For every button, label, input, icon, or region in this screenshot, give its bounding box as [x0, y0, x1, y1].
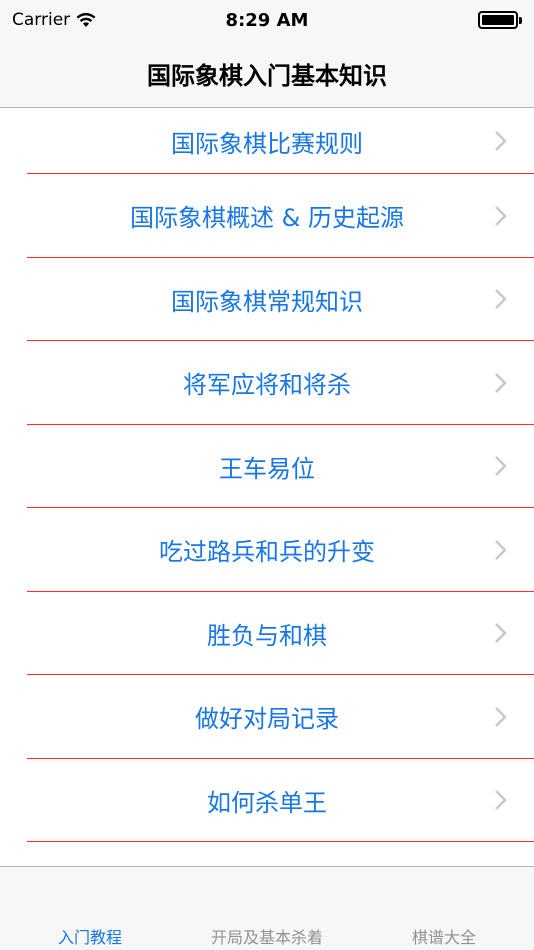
wifi-icon	[76, 12, 96, 27]
list-item[interactable]: 王车易位	[0, 425, 534, 508]
chevron-right-icon	[495, 205, 507, 226]
list-item-label: 如何杀单王	[207, 788, 327, 817]
tab-bar: 入门教程 开局及基本杀着 棋谱大全	[0, 866, 534, 950]
list-item-label: 王车易位	[219, 454, 315, 483]
list-item-label: 国际象棋概述 & 历史起源	[130, 204, 404, 233]
chevron-right-icon	[495, 623, 507, 644]
list-item[interactable]: 国际象棋概述 & 历史起源	[0, 174, 534, 258]
chevron-right-icon	[495, 706, 507, 727]
list-item[interactable]: 吃过路兵和兵的升变	[0, 508, 534, 592]
tab-openings[interactable]: 开局及基本杀着	[177, 866, 357, 950]
lesson-list[interactable]: 国际象棋比赛规则 国际象棋概述 & 历史起源 国际象棋常规知识 将军应将和将杀 …	[0, 108, 534, 866]
row-separator	[27, 841, 534, 842]
tab-game-records[interactable]: 棋谱大全	[354, 866, 534, 950]
list-item[interactable]: 将军应将和将杀	[0, 341, 534, 425]
carrier-label: Carrier	[12, 10, 71, 30]
tab-tutorial[interactable]: 入门教程	[0, 866, 180, 950]
list-item-label: 国际象棋比赛规则	[171, 129, 363, 158]
list-item[interactable]: 国际象棋比赛规则	[0, 108, 534, 174]
list-item-label: 将军应将和将杀	[183, 371, 351, 400]
chevron-right-icon	[495, 790, 507, 811]
list-item-label: 胜负与和棋	[207, 621, 327, 650]
tab-label: 开局及基本杀着	[210, 928, 323, 947]
list-item-label: 做好对局记录	[195, 705, 339, 734]
battery-icon	[478, 11, 522, 29]
list-item-label: 国际象棋常规知识	[171, 287, 363, 316]
list-item[interactable]: 做好对局记录	[0, 675, 534, 759]
list-item[interactable]: 国际象棋常规知识	[0, 258, 534, 341]
navigation-bar: 国际象棋入门基本知识	[0, 40, 534, 108]
app-screen: Carrier 8:29 AM 国际象棋入门基本知识 国际象棋比赛规则 国际象棋…	[0, 0, 534, 950]
list-item-label: 吃过路兵和兵的升变	[159, 538, 375, 567]
list-item[interactable]: 胜负与和棋	[0, 592, 534, 675]
list-item[interactable]: 如何杀单王	[0, 759, 534, 842]
chevron-right-icon	[495, 131, 507, 151]
chevron-right-icon	[495, 539, 507, 560]
chevron-right-icon	[495, 289, 507, 310]
status-bar: Carrier 8:29 AM	[0, 0, 534, 40]
page-title: 国际象棋入门基本知识	[147, 62, 387, 90]
tab-label: 入门教程	[57, 928, 122, 947]
tab-label: 棋谱大全	[411, 928, 476, 947]
chevron-right-icon	[495, 372, 507, 393]
chevron-right-icon	[495, 456, 507, 477]
status-left: Carrier	[12, 10, 96, 30]
